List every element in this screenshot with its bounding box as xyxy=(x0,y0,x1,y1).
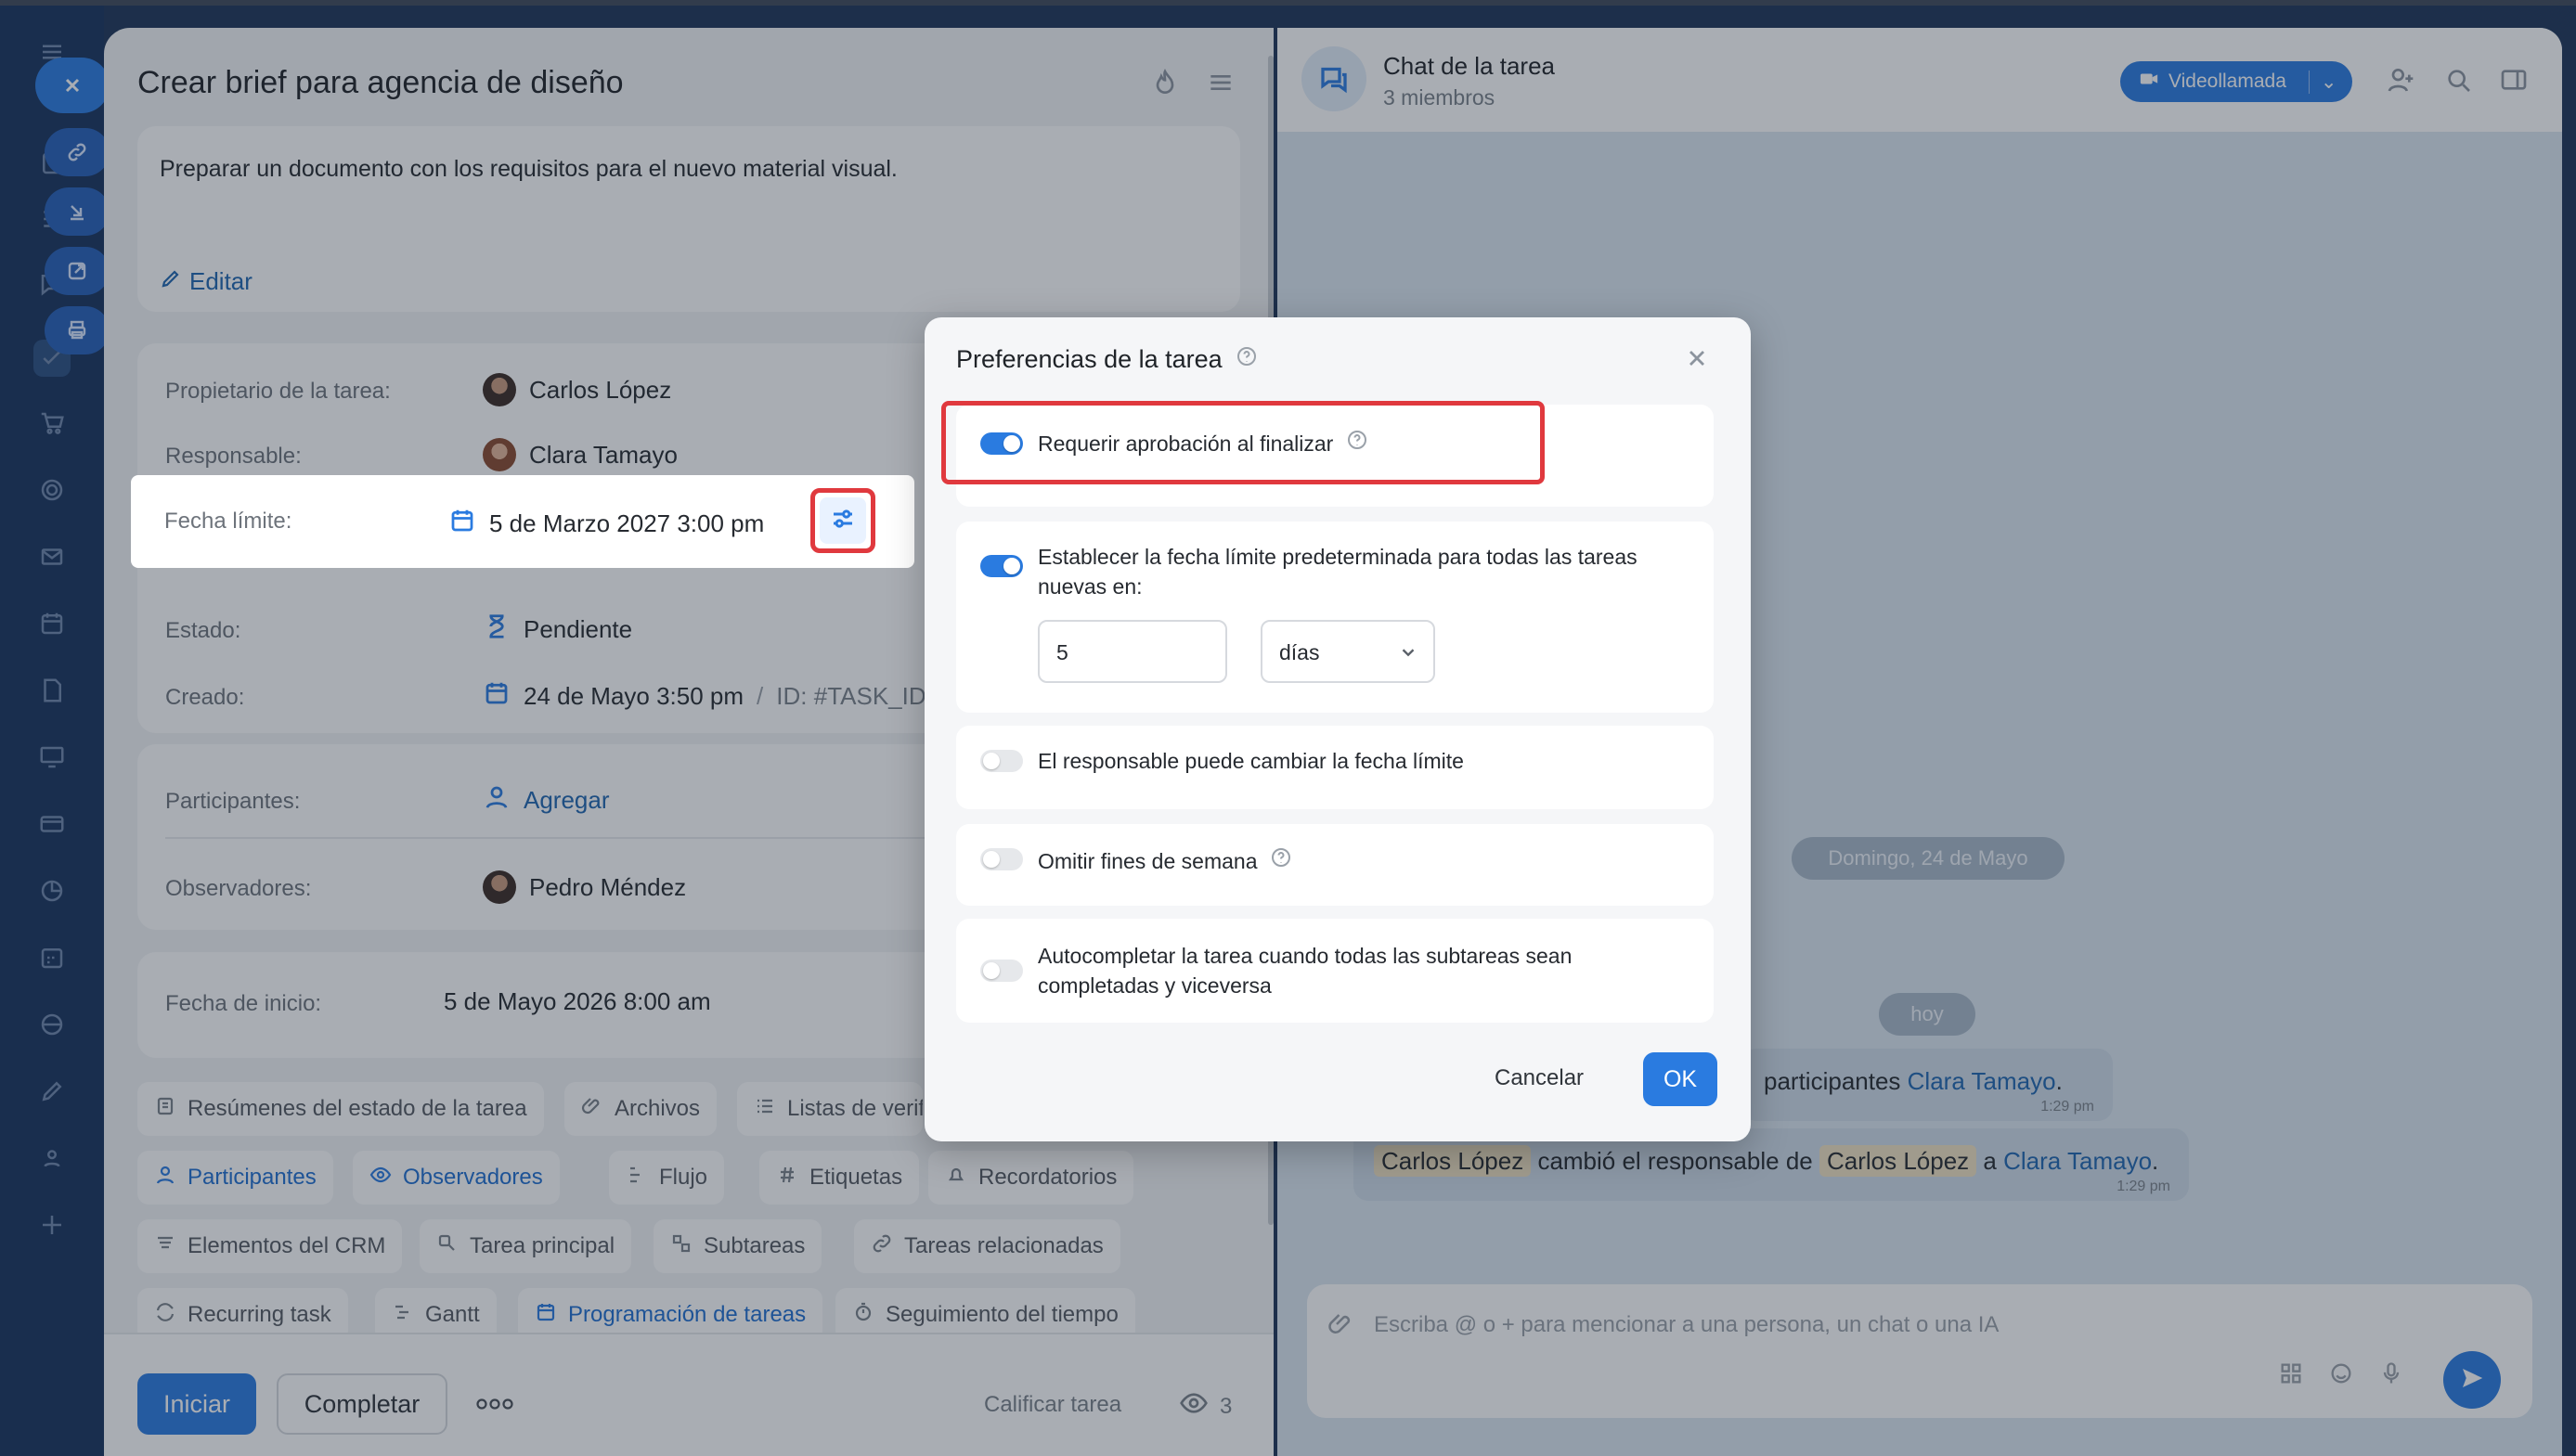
default-deadline-toggle[interactable] xyxy=(980,555,1023,577)
option-text: Establecer la fecha límite predeterminad… xyxy=(1038,545,1638,599)
option-label: Autocompletar la tarea cuando todas las … xyxy=(1038,941,1632,1000)
cancel-button[interactable]: Cancelar xyxy=(1485,1052,1593,1104)
deadline-field[interactable]: 5 de Marzo 2027 3:00 pm xyxy=(448,507,764,541)
option-responsible-change-deadline: El responsable puede cambiar la fecha lí… xyxy=(956,726,1714,809)
responsible-change-deadline-toggle[interactable] xyxy=(980,750,1023,772)
option-text: El responsable puede cambiar la fecha lí… xyxy=(1038,749,1464,773)
highlight-box xyxy=(941,401,1545,484)
task-preferences-button[interactable] xyxy=(810,488,875,553)
option-label: Omitir fines de semana xyxy=(1038,846,1292,876)
option-autocomplete-subtasks: Autocompletar la tarea cuando todas las … xyxy=(956,919,1714,1023)
option-text: Omitir fines de semana xyxy=(1038,849,1258,873)
close-icon[interactable] xyxy=(1684,345,1715,377)
chevron-down-icon xyxy=(1402,649,1415,657)
option-label: Establecer la fecha límite predeterminad… xyxy=(1038,542,1688,601)
option-label: El responsable puede cambiar la fecha lí… xyxy=(1038,746,1464,776)
dialog-title-text: Preferencias de la tarea xyxy=(956,345,1223,373)
option-default-deadline: Establecer la fecha límite predeterminad… xyxy=(956,522,1714,713)
task-preferences-dialog: Preferencias de la tarea Requerir aproba… xyxy=(925,317,1751,1141)
autocomplete-subtasks-toggle[interactable] xyxy=(980,960,1023,982)
deadline-row: Fecha límite: 5 de Marzo 2027 3:00 pm xyxy=(133,477,913,566)
deadline-value: 5 de Marzo 2027 3:00 pm xyxy=(489,509,765,537)
skip-weekends-toggle[interactable] xyxy=(980,848,1023,870)
help-icon[interactable] xyxy=(1236,345,1258,374)
option-text: Autocompletar la tarea cuando todas las … xyxy=(1038,944,1573,998)
default-days-input[interactable]: 5 xyxy=(1038,620,1227,683)
help-icon[interactable] xyxy=(1270,846,1292,876)
ok-button[interactable]: OK xyxy=(1643,1052,1717,1106)
option-skip-weekends: Omitir fines de semana xyxy=(956,824,1714,906)
select-value: días xyxy=(1279,640,1320,664)
sliders-icon xyxy=(829,505,857,537)
days-unit-select[interactable]: días xyxy=(1261,620,1435,683)
deadline-label: Fecha límite: xyxy=(164,509,292,534)
calendar-icon xyxy=(448,507,476,541)
dialog-title: Preferencias de la tarea xyxy=(956,345,1258,374)
